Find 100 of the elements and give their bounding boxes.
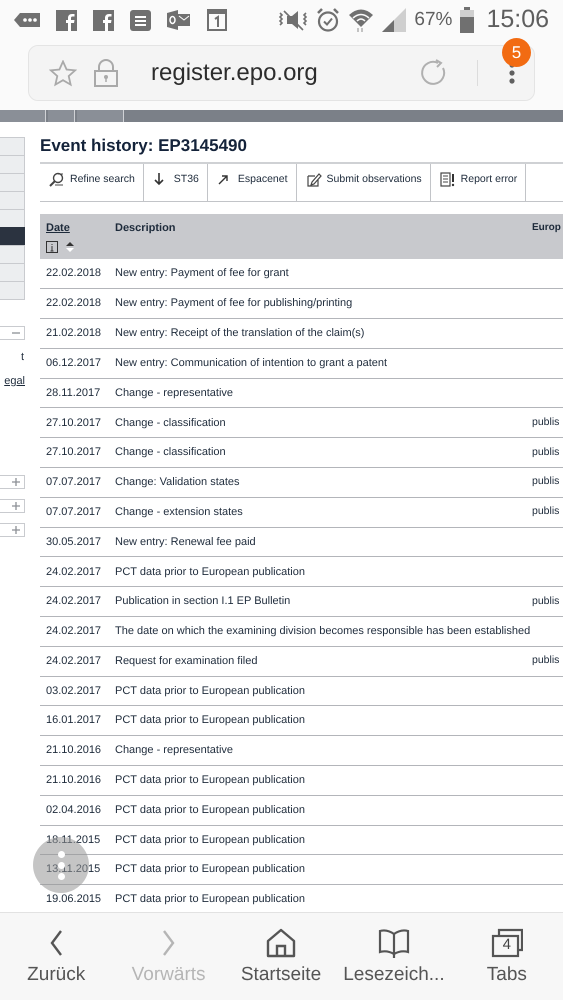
expander[interactable] bbox=[0, 326, 25, 340]
date-cell: 22.02.2018 bbox=[46, 267, 102, 280]
table-cell: publis bbox=[532, 505, 560, 518]
nav-button[interactable]: Zurück bbox=[0, 913, 112, 1000]
star-icon[interactable] bbox=[49, 60, 77, 86]
sort-icon[interactable] bbox=[66, 242, 74, 252]
plus-icon bbox=[11, 524, 21, 534]
mute-icon bbox=[278, 9, 308, 31]
clock: 15:06 bbox=[486, 4, 549, 36]
description-cell: PCT data prior to European publication bbox=[115, 863, 305, 876]
description-cell: New entry: Renewal fee paid bbox=[115, 536, 256, 548]
description-cell: New entry: Payment of fee for grant bbox=[115, 267, 289, 280]
notes-icon bbox=[130, 10, 151, 30]
date-cell: 24.02.2017 bbox=[46, 625, 102, 638]
date-cell: 02.04.2016 bbox=[46, 804, 102, 816]
table-cell: publis bbox=[532, 594, 560, 607]
info-icon[interactable] bbox=[46, 240, 58, 253]
description-cell: PCT data prior to European publication bbox=[115, 684, 305, 697]
nav-button[interactable]: Lesezeich... bbox=[337, 913, 451, 1000]
sidebar-item[interactable] bbox=[0, 227, 25, 246]
date-cell: 24.02.2017 bbox=[46, 566, 102, 578]
date-cell: 24.02.2017 bbox=[46, 654, 102, 667]
description-cell: Request for examination filed bbox=[115, 654, 258, 667]
date-cell: 07.07.2017 bbox=[46, 506, 102, 518]
alarm-icon bbox=[316, 8, 340, 32]
date-cell: 22.02.2018 bbox=[46, 297, 102, 310]
toolbar-button[interactable]: Espacenet bbox=[208, 164, 297, 202]
description-cell: Change - classification bbox=[115, 446, 226, 458]
url-text: register.epo.org bbox=[151, 58, 318, 88]
home-icon bbox=[265, 927, 298, 959]
date-cell: 21.10.2016 bbox=[46, 744, 102, 756]
forward-icon bbox=[162, 929, 176, 957]
table-cell: publis bbox=[532, 416, 560, 428]
table-cell: publis bbox=[532, 475, 560, 488]
nav-button[interactable]: 4 Tabs bbox=[450, 913, 563, 1000]
chat-icon bbox=[14, 12, 40, 28]
battery-icon bbox=[460, 7, 474, 33]
date-cell: 06.12.2017 bbox=[46, 356, 102, 369]
description-cell: PCT data prior to European publication bbox=[115, 804, 305, 816]
date-cell: 24.02.2017 bbox=[46, 595, 102, 608]
column-header: Description bbox=[115, 222, 176, 234]
toolbar-button[interactable]: ST36 bbox=[144, 164, 208, 202]
wifi-icon bbox=[348, 7, 374, 33]
sidebar-link[interactable]: egal bbox=[0, 373, 25, 390]
description-cell: Publication in section I.1 EP Bulletin bbox=[115, 595, 290, 608]
mail-icon bbox=[167, 10, 191, 30]
document-alert-icon bbox=[440, 172, 456, 187]
date-cell: 19.06.2015 bbox=[46, 893, 102, 906]
plus-icon bbox=[11, 500, 21, 510]
nav-button[interactable]: Startseite bbox=[224, 913, 338, 1000]
date-cell: 28.11.2017 bbox=[46, 386, 100, 399]
plus-icon bbox=[11, 476, 21, 486]
facebook-icon bbox=[93, 10, 114, 30]
book-icon bbox=[378, 927, 410, 959]
toolbar-button[interactable]: Refine search bbox=[40, 164, 144, 202]
table-cell: publis bbox=[532, 446, 560, 458]
description-cell: New entry: Communication of intention to grant a patent bbox=[115, 356, 388, 369]
expander[interactable] bbox=[0, 498, 25, 512]
description-cell: New entry: Receipt of the translation of the claim(s) bbox=[115, 327, 364, 340]
date-cell: 27.10.2017 bbox=[46, 446, 102, 458]
expander[interactable] bbox=[0, 474, 25, 488]
facebook-icon bbox=[56, 10, 77, 30]
description-cell: Change - representative bbox=[115, 744, 234, 756]
edit-icon bbox=[306, 172, 322, 187]
description-cell: Change - representative bbox=[115, 386, 234, 399]
date-cell: 27.10.2017 bbox=[46, 416, 102, 429]
tabs-icon bbox=[490, 927, 523, 959]
description-cell: Change - classification bbox=[115, 416, 226, 429]
date-cell: 21.10.2016 bbox=[46, 774, 102, 786]
toolbar-button[interactable]: Report error bbox=[430, 164, 526, 202]
sidebar-text: t bbox=[20, 350, 25, 364]
battery-level: 67% bbox=[414, 8, 452, 32]
calendar-icon bbox=[207, 9, 227, 31]
lock-icon bbox=[93, 59, 119, 87]
description-cell: Change - extension states bbox=[115, 506, 243, 518]
description-cell: PCT data prior to European publication bbox=[115, 893, 305, 906]
expander[interactable] bbox=[0, 522, 25, 536]
page-title: Event history: EP3145490 bbox=[40, 136, 563, 164]
tab-count: 4 bbox=[502, 937, 512, 953]
date-cell: 03.02.2017 bbox=[46, 684, 102, 697]
description-cell: New entry: Payment of fee for publishing/printing bbox=[115, 297, 352, 310]
date-cell: 30.05.2017 bbox=[46, 536, 102, 548]
description-cell: The date on which the examining division becomes responsible has been established bbox=[115, 625, 530, 638]
search-icon bbox=[49, 172, 65, 187]
signal-icon bbox=[382, 8, 406, 32]
description-cell: Change: Validation states bbox=[115, 476, 240, 488]
date-cell: 13.11.2015 bbox=[46, 863, 100, 876]
back-icon bbox=[50, 929, 63, 957]
date-cell: 18.11.2015 bbox=[46, 834, 100, 846]
date-cell: 16.01.2017 bbox=[46, 714, 102, 726]
description-cell: PCT data prior to European publication bbox=[115, 566, 305, 578]
description-cell: PCT data prior to European publication bbox=[115, 714, 305, 726]
reload-icon[interactable] bbox=[419, 59, 447, 87]
description-cell: PCT data prior to European publication bbox=[115, 774, 305, 786]
toolbar-button[interactable]: Submit observations bbox=[296, 164, 431, 202]
table-cell: publis bbox=[532, 654, 560, 666]
column-header: Europ bbox=[532, 222, 561, 234]
description-cell: PCT data prior to European publication bbox=[115, 834, 305, 846]
date-cell: 21.02.2018 bbox=[46, 327, 102, 340]
date-cell: 07.07.2017 bbox=[46, 476, 102, 488]
